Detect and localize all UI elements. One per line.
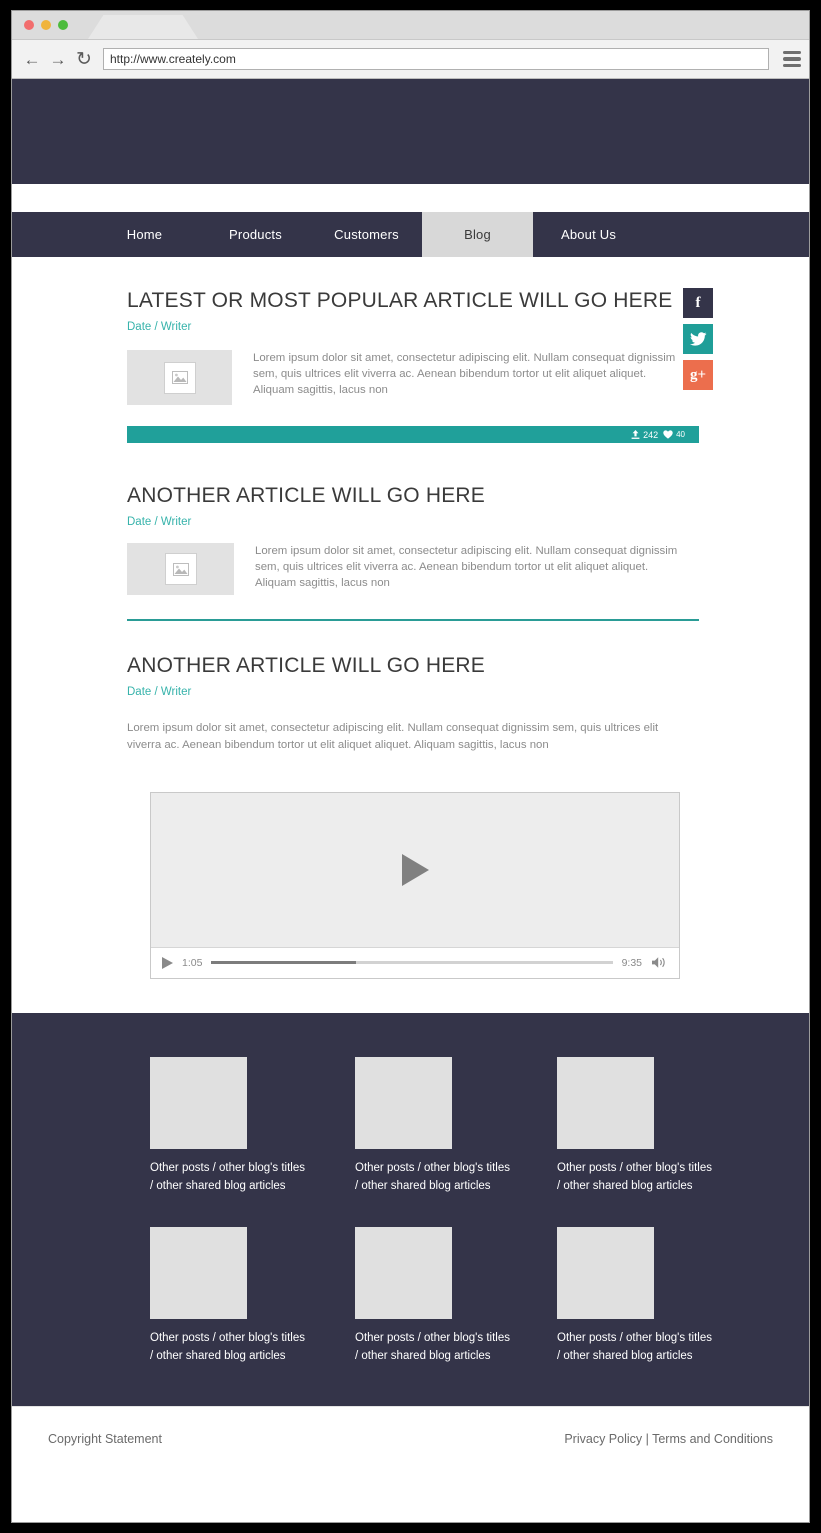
- footer-card-thumbnail: [557, 1056, 654, 1149]
- image-placeholder-icon: [163, 361, 196, 394]
- article-3: ANOTHER ARTICLE WILL GO HERE Date / Writ…: [12, 621, 809, 754]
- article-paragraph: Lorem ipsum dolor sit amet, consectetur …: [255, 545, 678, 590]
- nav-label: Blog: [464, 227, 491, 242]
- social-share-rail: f g+: [683, 288, 713, 396]
- facebook-icon: f: [695, 294, 701, 311]
- googleplus-share-button[interactable]: g+: [683, 360, 713, 390]
- nav-label: Customers: [334, 227, 399, 242]
- maximize-light-icon[interactable]: [58, 20, 68, 30]
- article-thumbnail: [127, 543, 234, 596]
- video-screen[interactable]: [151, 792, 679, 947]
- header-white-band: [12, 184, 809, 212]
- minimize-light-icon[interactable]: [41, 20, 51, 30]
- share-count[interactable]: 242: [631, 429, 659, 440]
- footer-card-caption: Other posts / other blog's titles / othe…: [557, 1161, 712, 1192]
- window-controls: [24, 20, 68, 30]
- upload-share-icon: [631, 429, 640, 439]
- nav-label: About Us: [560, 227, 617, 242]
- browser-toolbar: ← → ↻ http://www.creately.com: [12, 40, 809, 79]
- footer-card[interactable]: Other posts / other blog's titles / othe…: [150, 1226, 324, 1366]
- twitter-share-button[interactable]: [683, 324, 713, 354]
- article-body: Lorem ipsum dolor sit amet, consectetur …: [127, 543, 689, 596]
- like-count-value: 40: [676, 430, 685, 440]
- video-player[interactable]: 1:05 9:35: [150, 791, 680, 979]
- current-time: 1:05: [182, 956, 203, 969]
- article-title: LATEST OR MOST POPULAR ARTICLE WILL GO H…: [127, 289, 673, 312]
- duration: 9:35: [621, 956, 642, 969]
- nav-item-about-us[interactable]: About Us: [533, 212, 644, 257]
- nav-label: Home: [126, 227, 163, 242]
- footer-card-caption: Other posts / other blog's titles / othe…: [557, 1331, 712, 1362]
- article-byline: Date / Writer: [127, 516, 192, 529]
- footer-card[interactable]: Other posts / other blog's titles / othe…: [324, 1056, 510, 1196]
- browser-titlebar: [12, 11, 809, 40]
- browser-tab[interactable]: [88, 15, 198, 39]
- speaker-icon: [652, 957, 665, 969]
- footer-card-caption: Other posts / other blog's titles / othe…: [355, 1331, 510, 1362]
- nav-item-home[interactable]: Home: [89, 212, 200, 257]
- footer-card-caption: Other posts / other blog's titles / othe…: [355, 1161, 510, 1192]
- play-button-icon[interactable]: [162, 956, 173, 969]
- nav-item-customers[interactable]: Customers: [311, 212, 422, 257]
- article-thumbnail: [127, 350, 232, 406]
- article-byline: Date / Writer: [127, 321, 192, 334]
- url-text: http://www.creately.com: [110, 52, 236, 66]
- close-light-icon[interactable]: [24, 20, 34, 30]
- picture-icon: [172, 562, 189, 576]
- progress-fill: [211, 961, 356, 965]
- twitter-bird-icon: [689, 332, 706, 346]
- forward-arrow-icon[interactable]: →: [45, 46, 71, 72]
- share-count-value: 242: [643, 429, 659, 440]
- nav-label: Products: [229, 227, 282, 242]
- footer-card[interactable]: Other posts / other blog's titles / othe…: [150, 1056, 324, 1196]
- nav-item-blog[interactable]: Blog: [422, 212, 533, 257]
- legal-links[interactable]: Privacy Policy | Terms and Conditions: [564, 1432, 773, 1446]
- article-paragraph: Lorem ipsum dolor sit amet, consectetur …: [127, 722, 659, 751]
- site-footer: Other posts / other blog's titles / othe…: [12, 1012, 809, 1406]
- website: Home Products Customers Blog About Us f …: [12, 79, 809, 1471]
- reload-icon[interactable]: ↻: [71, 46, 97, 72]
- volume-icon[interactable]: [651, 956, 668, 969]
- footer-card-thumbnail: [355, 1226, 452, 1319]
- footer-bottom-bar: Copyright Statement Privacy Policy | Ter…: [12, 1405, 809, 1471]
- footer-card[interactable]: Other posts / other blog's titles / othe…: [498, 1056, 712, 1196]
- facebook-share-button[interactable]: f: [683, 288, 713, 318]
- copyright-statement: Copyright Statement: [48, 1431, 162, 1446]
- footer-card-thumbnail: [150, 1056, 247, 1149]
- footer-card-thumbnail: [355, 1056, 452, 1149]
- progress-track[interactable]: [211, 961, 613, 965]
- footer-card-thumbnail: [557, 1226, 654, 1319]
- play-icon[interactable]: [401, 853, 429, 886]
- main-content: f g+ LATEST OR MOST POPULAR ARTICLE WILL…: [12, 257, 809, 1013]
- nav-item-products[interactable]: Products: [200, 212, 311, 257]
- article-body: Lorem ipsum dolor sit amet, consectetur …: [127, 350, 689, 406]
- article-title: ANOTHER ARTICLE WILL GO HERE: [127, 654, 486, 678]
- article-2: ANOTHER ARTICLE WILL GO HERE Date / Writ…: [12, 443, 809, 596]
- site-header-banner: [12, 79, 809, 184]
- heart-icon: [663, 430, 673, 439]
- footer-card-thumbnail: [150, 1226, 247, 1319]
- back-arrow-icon[interactable]: ←: [19, 46, 45, 72]
- article-byline: Date / Writer: [127, 686, 192, 699]
- video-controls: 1:05 9:35: [151, 946, 679, 978]
- picture-icon: [171, 371, 188, 385]
- like-count[interactable]: 40: [663, 430, 685, 439]
- article-title: ANOTHER ARTICLE WILL GO HERE: [127, 484, 486, 508]
- footer-card-caption: Other posts / other blog's titles / othe…: [150, 1331, 305, 1362]
- footer-cards-grid: Other posts / other blog's titles / othe…: [12, 1056, 809, 1366]
- article-paragraph: Lorem ipsum dolor sit amet, consectetur …: [253, 352, 676, 397]
- hamburger-menu-icon[interactable]: [775, 40, 809, 78]
- image-placeholder-icon: [164, 553, 197, 586]
- main-navigation: Home Products Customers Blog About Us: [12, 212, 809, 257]
- url-input[interactable]: http://www.creately.com: [103, 48, 769, 70]
- footer-card[interactable]: Other posts / other blog's titles / othe…: [324, 1226, 510, 1366]
- footer-card[interactable]: Other posts / other blog's titles / othe…: [498, 1226, 712, 1366]
- screenshot-root: ← → ↻ http://www.creately.com Home Produ…: [0, 0, 821, 1533]
- googleplus-icon: g+: [689, 366, 707, 383]
- article-stats-bar: 242 40: [127, 426, 699, 444]
- footer-card-caption: Other posts / other blog's titles / othe…: [150, 1161, 305, 1192]
- browser-window: ← → ↻ http://www.creately.com Home Produ…: [11, 10, 810, 1523]
